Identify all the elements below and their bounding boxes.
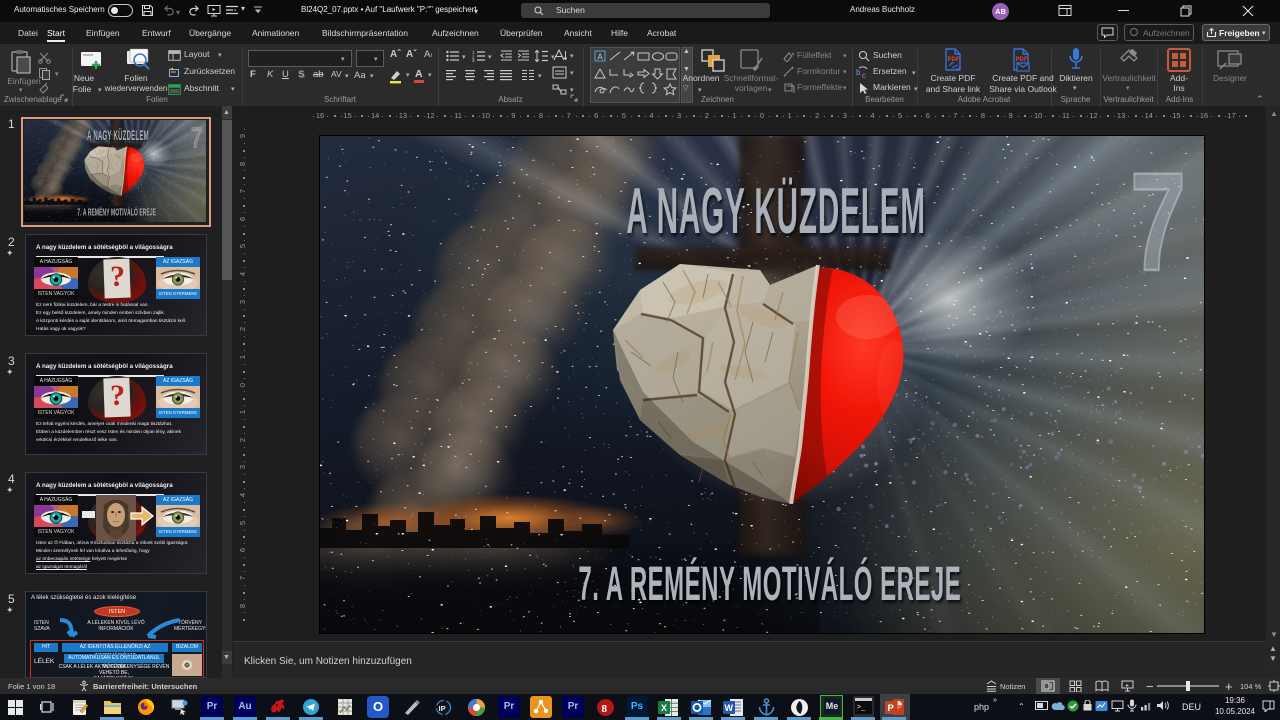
svg-text:c: c	[862, 71, 866, 79]
svg-text:b: b	[856, 68, 861, 77]
svg-text:A: A	[598, 53, 604, 62]
svg-text:X: X	[661, 703, 667, 713]
svg-text:IP: IP	[439, 704, 446, 713]
svg-text:P: P	[888, 703, 895, 714]
svg-text:PDF: PDF	[1016, 57, 1028, 63]
svg-text:8: 8	[602, 703, 608, 715]
svg-text:PDF: PDF	[948, 57, 960, 63]
svg-text:>_: >_	[857, 704, 865, 711]
svg-text:3: 3	[472, 58, 475, 62]
svg-text:W: W	[725, 703, 734, 713]
